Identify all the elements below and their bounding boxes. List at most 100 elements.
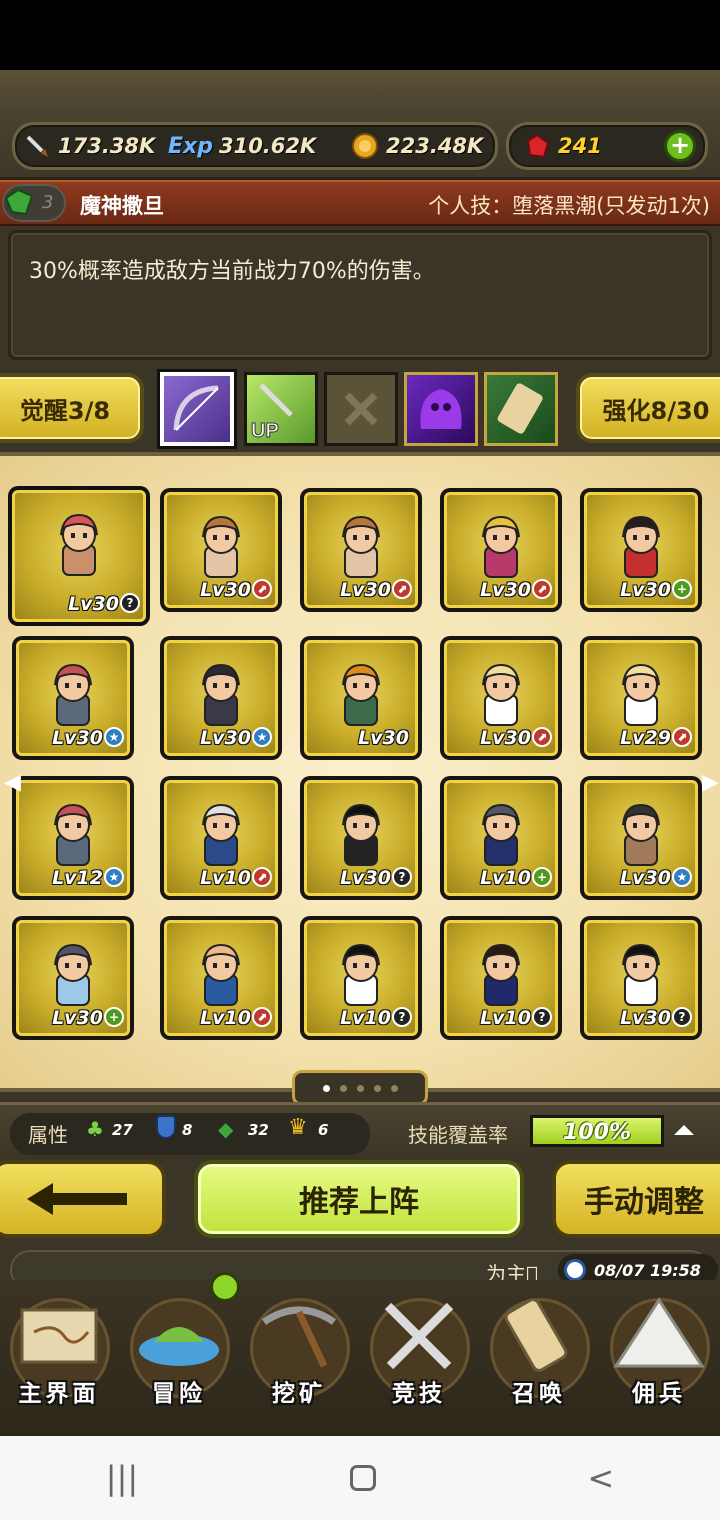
hero-status-badge: ? (532, 1007, 552, 1027)
hero-portrait-icon (342, 663, 380, 726)
skill-slot-locked[interactable] (324, 372, 398, 446)
add-ruby-button[interactable]: + (664, 130, 696, 162)
hero-level: Lv29 (620, 727, 671, 749)
hero-card[interactable]: Lv30? (300, 776, 422, 900)
hero-status-badge: ? (392, 1007, 412, 1027)
hero-card[interactable]: Lv30 + (580, 488, 702, 612)
page-dot[interactable] (356, 1084, 364, 1092)
nav-mining[interactable]: 挖矿 (244, 1292, 354, 1412)
skill-slot-upgrade[interactable]: UP (244, 372, 318, 446)
page-dot[interactable] (390, 1084, 398, 1092)
hero-name: 魔神撒旦 (80, 194, 164, 218)
bottom-nav: 主界面 冒险 挖矿 竞技 召唤 佣兵 (0, 1280, 720, 1436)
attributes-label: 属性 (28, 1123, 68, 1147)
roster-prev-arrow[interactable]: ◀ (4, 770, 21, 800)
back-button[interactable] (0, 1160, 166, 1238)
hero-portrait-icon (622, 515, 660, 578)
gold-value: 223.48K (386, 134, 484, 158)
hero-card[interactable]: Lv30 + (12, 916, 134, 1040)
hero-card-frame: Lv30 ⬈ (444, 492, 558, 608)
hero-card[interactable]: Lv30 ★ (580, 776, 702, 900)
resource-bar: 173.38K Exp 310.62K 223.48K 241 + (0, 70, 720, 180)
hero-card[interactable]: Lv10 ⬈ (160, 916, 282, 1040)
hero-card[interactable]: Lv12 ★ (12, 776, 134, 900)
hero-card[interactable]: Lv30? (8, 486, 150, 626)
datetime-text: 08/07 19:58 (594, 1260, 701, 1280)
svg-text:UP: UP (251, 420, 279, 442)
enhance-button[interactable]: 强化8/30 (576, 373, 720, 443)
gold-resource: 223.48K (350, 130, 483, 162)
hero-level: Lv30 (340, 579, 391, 601)
plant-icon: ♣ (86, 1117, 104, 1141)
hero-card[interactable]: Lv10? (440, 916, 562, 1040)
hero-name-banner: 3 魔神撒旦 个人技：堕落黑潮(只发动1次) (0, 180, 720, 226)
hero-card-frame: Lv30? (12, 490, 146, 622)
page-dot[interactable] (322, 1084, 330, 1092)
hero-card[interactable]: Lv10 + (440, 776, 562, 900)
system-nav-bar: ||| < (0, 1436, 720, 1520)
nav-arena[interactable]: 竞技 (364, 1292, 474, 1412)
hero-card[interactable]: Lv30 ★ (160, 636, 282, 760)
manual-adjust-button[interactable]: 手动调整 (552, 1160, 720, 1238)
hero-card[interactable]: Lv10 ⬈ (160, 776, 282, 900)
ruby-value: 241 (558, 134, 602, 158)
hero-card-frame: Lv30 + (584, 492, 698, 608)
skill-slot-scroll[interactable] (484, 372, 558, 446)
hero-card[interactable]: Lv30 (300, 636, 422, 760)
hero-card-frame: Lv10? (444, 920, 558, 1036)
hero-card[interactable]: Lv30 ★ (12, 636, 134, 760)
hero-card[interactable]: Lv10? (300, 916, 422, 1040)
roster-pager[interactable] (292, 1070, 428, 1106)
hero-card[interactable]: Lv30 ⬈ (440, 488, 562, 612)
crown-icon: ♛ (288, 1115, 308, 1140)
clock-icon (564, 1259, 586, 1281)
page-dot[interactable] (339, 1084, 347, 1092)
hero-portrait-icon (622, 943, 660, 1006)
gold-coin-icon (350, 131, 380, 161)
summon-scroll-icon (504, 1298, 568, 1372)
hero-card[interactable]: Lv30 ⬈ (300, 488, 422, 612)
hero-card[interactable]: Lv30 ⬈ (440, 636, 562, 760)
hero-portrait-icon (202, 515, 240, 578)
hero-card[interactable]: Lv30 ⬈ (160, 488, 282, 612)
hero-card-frame: Lv10 ⬈ (164, 780, 278, 896)
hero-portrait-icon (622, 663, 660, 726)
hero-card-frame: Lv30 ⬈ (304, 492, 418, 608)
nav-main-menu[interactable]: 主界面 (4, 1292, 114, 1412)
hero-status-badge: ⬈ (672, 727, 692, 747)
home-icon[interactable] (349, 1465, 376, 1491)
hero-card[interactable]: Lv30? (580, 916, 702, 1040)
skill-slot-dark-tide[interactable] (404, 372, 478, 446)
page-dot[interactable] (373, 1084, 381, 1092)
personal-skill-text: 个人技：堕落黑潮(只发动1次) (428, 194, 710, 218)
back-icon[interactable]: < (587, 1459, 614, 1497)
nav-label: 佣兵 (632, 1381, 686, 1407)
awaken-button[interactable]: 觉醒3/8 (0, 373, 144, 443)
hero-status-badge: ⬈ (532, 727, 552, 747)
recent-apps-icon[interactable]: ||| (106, 1459, 138, 1497)
skill-slot-bow[interactable] (157, 369, 237, 449)
hero-status-badge: ⬈ (392, 579, 412, 599)
nav-adventure[interactable]: 冒险 (124, 1292, 234, 1412)
nav-label: 挖矿 (272, 1381, 326, 1407)
hero-level: Lv30 (620, 579, 671, 601)
roster-next-arrow[interactable]: ▶ (702, 770, 719, 800)
hero-level: Lv10 (200, 1007, 251, 1029)
map-scroll-icon (20, 1308, 98, 1364)
nav-mercenary[interactable]: 佣兵 (604, 1292, 714, 1412)
hero-card[interactable]: Lv29 ⬈ (580, 636, 702, 760)
expand-up-icon[interactable] (674, 1125, 694, 1135)
hero-portrait-icon (202, 943, 240, 1006)
stat-plant: 27 (112, 1121, 133, 1139)
hero-portrait-icon (482, 803, 520, 866)
hero-level: Lv10 (480, 867, 531, 889)
nav-label: 主界面 (18, 1381, 100, 1407)
hero-card-frame: Lv10 ⬈ (164, 920, 278, 1036)
green-gem-icon (4, 188, 34, 216)
island-icon (139, 1327, 219, 1366)
recommend-lineup-button[interactable]: 推荐上阵 (194, 1160, 524, 1238)
attack-value: 173.38K (58, 134, 156, 158)
nav-summon[interactable]: 召唤 (484, 1292, 594, 1412)
hero-status-badge: ? (392, 867, 412, 887)
exp-value: 310.62K (218, 134, 317, 158)
